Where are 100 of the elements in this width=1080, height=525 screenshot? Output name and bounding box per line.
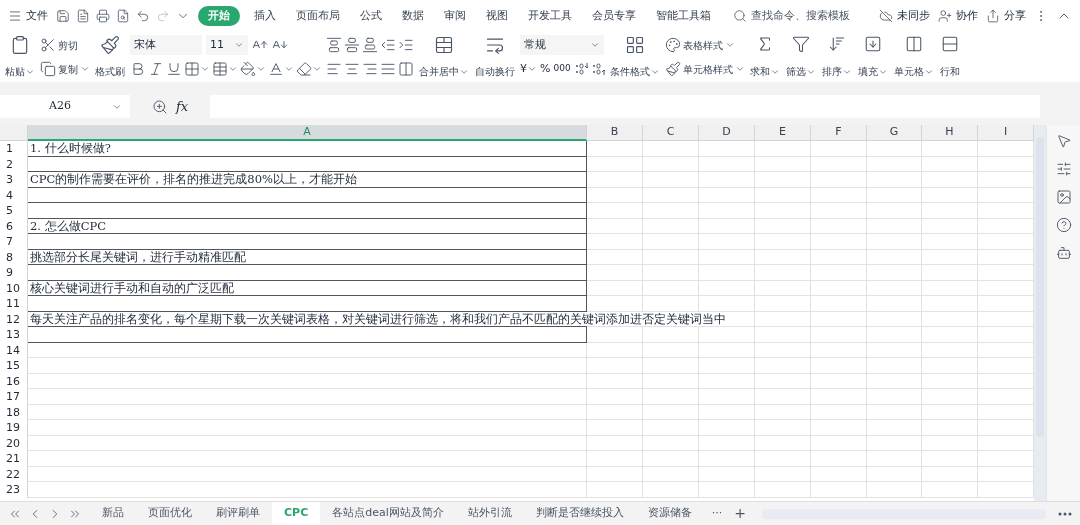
table-cell [922, 218, 978, 234]
sheet-tab[interactable]: 页面优化 [136, 502, 204, 525]
column-header[interactable]: D [699, 125, 755, 141]
underline-icon [166, 61, 182, 77]
menu-tab[interactable]: 视图 [480, 7, 514, 25]
menu-tab[interactable]: 审阅 [438, 7, 472, 25]
table-cell [867, 296, 922, 312]
clear-button[interactable] [296, 59, 322, 79]
table-cell [699, 482, 755, 498]
format-painter-button[interactable]: 格式刷 [94, 35, 126, 79]
menu-tab[interactable]: 页面布局 [290, 7, 346, 25]
search-icon [733, 9, 747, 23]
percent-button[interactable]: % [540, 60, 551, 78]
table-cell [643, 265, 699, 281]
fill-color-button[interactable] [240, 59, 266, 79]
table-cell [643, 141, 699, 157]
table-cell [699, 280, 755, 296]
table-cell [643, 156, 699, 172]
column-header[interactable]: B [587, 125, 643, 141]
menu-tab[interactable]: 插入 [248, 7, 282, 25]
cell-format-button[interactable] [212, 59, 238, 79]
table-cell [867, 327, 922, 343]
collaborate-button[interactable]: 协作 [938, 7, 978, 25]
table-cell [587, 187, 643, 203]
share-button[interactable]: 分享 [986, 7, 1026, 25]
table-cell [587, 404, 643, 420]
number-format-dropdown[interactable]: 常规 [520, 35, 604, 55]
font-name-dropdown[interactable]: 宋体 [130, 35, 202, 55]
add-sheet-button[interactable]: + [730, 503, 750, 524]
more-sheets-button[interactable]: ··· [703, 505, 731, 522]
name-box[interactable]: A26 [0, 95, 130, 118]
table-cell [811, 141, 867, 157]
table-cell [867, 358, 922, 374]
column-header[interactable]: I [978, 125, 1034, 141]
column-header[interactable]: F [811, 125, 867, 141]
sheet-tab[interactable]: 刷评刷单 [204, 502, 272, 525]
table-cell [867, 265, 922, 281]
table-cell [699, 234, 755, 250]
menu-tab[interactable]: 数据 [396, 7, 430, 25]
align-middle-button[interactable] [344, 35, 360, 55]
table-cell [699, 218, 755, 234]
menu-tab[interactable]: 公式 [354, 7, 388, 25]
table-cell [811, 327, 867, 343]
table-cell [922, 296, 978, 312]
table-cell [867, 203, 922, 219]
ribbon-button[interactable]: 行和 [938, 35, 961, 79]
border-button[interactable] [184, 59, 210, 79]
align-bottom-button[interactable] [362, 35, 378, 55]
font-color-icon [268, 61, 284, 77]
table-cell [922, 280, 978, 296]
conditional-format-button[interactable]: 条件格式 [608, 35, 661, 79]
table-cell [922, 234, 978, 250]
cell-style-button[interactable]: 单元格样式 [664, 59, 745, 79]
copy-icon [40, 61, 56, 77]
align-top-button[interactable] [326, 35, 342, 55]
table-cell [867, 311, 922, 327]
sheet-tab[interactable]: 新品 [90, 502, 136, 525]
file-menu[interactable]: 文件 [8, 7, 48, 25]
ribbon-button[interactable]: 填充 [856, 35, 889, 79]
table-cell [699, 373, 755, 389]
ribbon-button[interactable]: 单元格 [892, 35, 935, 79]
ribbon-button[interactable]: 排序 [820, 35, 853, 79]
cut-button[interactable]: 剪切 [40, 35, 90, 55]
distribute-button[interactable] [398, 59, 414, 79]
wrap-text-button[interactable]: 自动换行 [474, 35, 516, 79]
ribbon-button[interactable]: 求和 [748, 35, 781, 79]
merge-center-button[interactable]: 合并居中 [418, 35, 470, 79]
table-cell [811, 280, 867, 296]
thousands-button[interactable]: 000 [553, 62, 571, 76]
save-icon [56, 9, 70, 23]
menu-tab[interactable]: 智能工具箱 [650, 7, 717, 25]
sheet-tab[interactable]: 站外引流 [455, 502, 524, 525]
table-cell [867, 373, 922, 389]
menu-tab[interactable]: 会员专享 [586, 7, 642, 25]
table-cell [699, 172, 755, 188]
table-cell [922, 451, 978, 467]
table-style-button[interactable]: 表格样式 [664, 35, 745, 55]
print-icon [96, 9, 110, 23]
font-size-dropdown[interactable]: 11 [206, 35, 248, 55]
copy-button[interactable]: 复制 [40, 59, 90, 79]
sheet-tab[interactable]: 判断是否继续投入 [523, 502, 636, 525]
table-cell [699, 203, 755, 219]
sheet-tab[interactable]: 资源储备 [635, 502, 704, 525]
paste-button[interactable]: 粘贴 [4, 35, 36, 79]
table-cell [643, 482, 699, 498]
column-header[interactable]: G [867, 125, 922, 141]
table-cell [699, 420, 755, 436]
vertical-scrollbar[interactable] [1034, 125, 1046, 501]
search-field[interactable]: 查找命令、搜索模板 [733, 7, 863, 25]
italic-icon [148, 61, 164, 77]
caret-icon [312, 64, 322, 74]
column-header[interactable]: E [755, 125, 811, 141]
column-header[interactable]: H [922, 125, 978, 141]
currency-button[interactable]: ¥ [520, 60, 537, 78]
menu-tab[interactable]: 开发工具 [522, 7, 578, 25]
ribbon-button[interactable]: 筛选 [784, 35, 817, 79]
table-cell [922, 373, 978, 389]
sheet-tab[interactable]: 各站点deal网站及简介 [320, 502, 456, 525]
column-header[interactable]: C [643, 125, 699, 141]
sync-button[interactable]: 未同步 [879, 7, 930, 25]
